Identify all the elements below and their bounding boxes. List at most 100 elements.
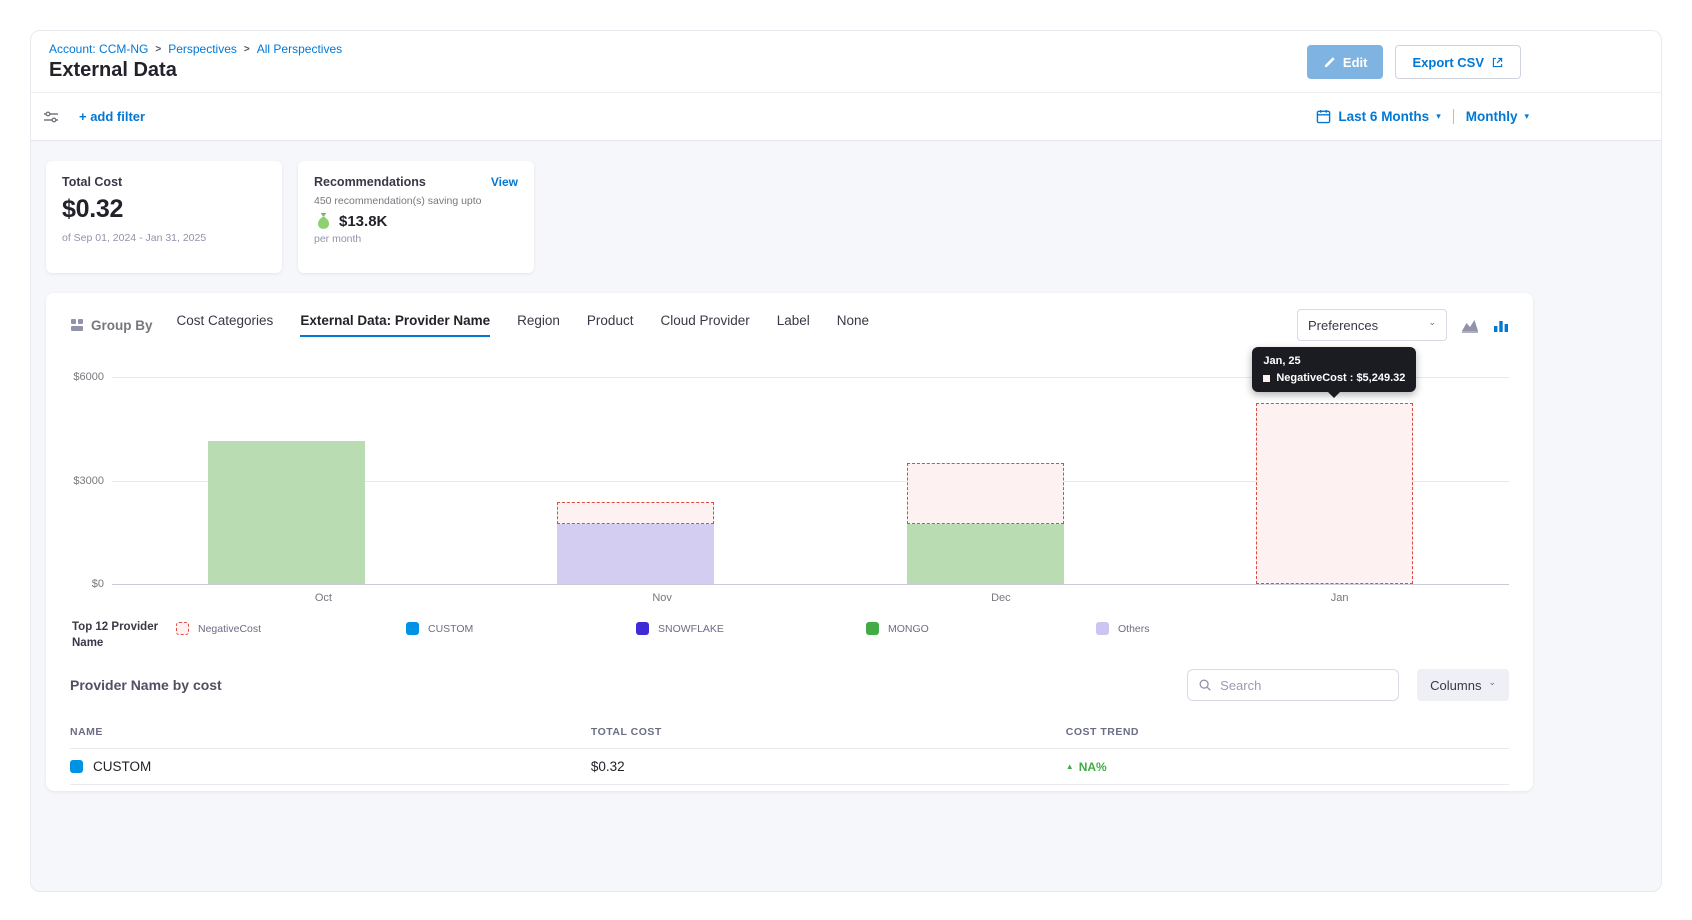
- area-chart-icon[interactable]: [1461, 318, 1479, 333]
- chevron-down-icon: [1524, 112, 1529, 121]
- chart-legend: Top 12 Provider Name NegativeCost CUSTOMS…: [70, 619, 1509, 651]
- x-axis-label: Nov: [493, 592, 832, 604]
- legend-item[interactable]: Others: [1096, 622, 1326, 635]
- columns-button[interactable]: Columns: [1417, 669, 1509, 701]
- search-input[interactable]: [1220, 678, 1388, 693]
- bar-segment-MONGO[interactable]: [208, 441, 365, 584]
- preferences-dropdown[interactable]: Preferences: [1297, 309, 1447, 341]
- y-axis-tick: $0: [66, 578, 104, 590]
- legend-item[interactable]: MONGO: [866, 622, 1096, 635]
- chart-controls: Preferences: [1297, 309, 1509, 341]
- bar-segment-NegativeCost[interactable]: [1256, 403, 1413, 584]
- y-axis-tick: $3000: [66, 475, 104, 487]
- recommendations-header: Recommendations View: [314, 175, 518, 189]
- export-csv-button[interactable]: Export CSV: [1395, 45, 1521, 79]
- row-color-swatch: [70, 760, 83, 773]
- bar-chart-icon[interactable]: [1493, 318, 1509, 333]
- column-header-total-cost[interactable]: TOTAL COST: [591, 726, 1066, 738]
- bar-stack: [907, 377, 1064, 584]
- bar-stack: [208, 377, 365, 584]
- savings-icon: [314, 212, 333, 230]
- edit-pencil-icon: [1323, 56, 1336, 69]
- search-icon: [1198, 678, 1212, 692]
- date-controls: Last 6 Months Monthly: [1316, 109, 1529, 124]
- preferences-label: Preferences: [1308, 318, 1378, 333]
- page-title: External Data: [49, 59, 342, 82]
- columns-label: Columns: [1430, 678, 1481, 693]
- legend-item[interactable]: NegativeCost: [176, 622, 406, 635]
- bar-group[interactable]: [811, 377, 1160, 584]
- groupby-tab[interactable]: None: [837, 313, 869, 337]
- recommendations-summary: 450 recommendation(s) saving upto: [314, 195, 518, 207]
- column-header-cost-trend[interactable]: COST TREND: [1066, 726, 1509, 738]
- table-row[interactable]: CUSTOM$0.32NA%: [70, 749, 1509, 785]
- x-axis-label: Dec: [832, 592, 1171, 604]
- perspective-panel: Group By Cost Categories External Data: P…: [46, 293, 1533, 791]
- legend-item[interactable]: SNOWFLAKE: [636, 622, 866, 635]
- savings-value: $13.8K: [339, 213, 387, 230]
- header-actions: Edit Export CSV: [1307, 45, 1521, 79]
- tooltip-value: NegativeCost : $5,249.32: [1276, 372, 1405, 384]
- groupby-tabs: Cost Categories External Data: Provider N…: [177, 313, 870, 337]
- add-filter-button[interactable]: + add filter: [79, 109, 145, 124]
- group-by: Group By: [70, 318, 153, 333]
- chart-x-labels: OctNovDecJan: [112, 592, 1509, 604]
- bar-segment-NegativeCost[interactable]: [907, 463, 1064, 523]
- bar-segment-NegativeCost[interactable]: [557, 502, 714, 524]
- bar-group[interactable]: [1160, 377, 1509, 584]
- groupby-tab[interactable]: Label: [777, 313, 810, 337]
- bar-segment-MONGO[interactable]: [907, 524, 1064, 584]
- total-cost-card: Total Cost $0.32 of Sep 01, 2024 - Jan 3…: [46, 161, 282, 273]
- granularity-picker[interactable]: Monthly: [1466, 109, 1518, 124]
- total-cost-period: of Sep 01, 2024 - Jan 31, 2025: [62, 232, 266, 244]
- groupby-tab[interactable]: External Data: Provider Name: [300, 313, 490, 337]
- tooltip-series-swatch: [1263, 375, 1270, 382]
- edit-button[interactable]: Edit: [1307, 45, 1384, 79]
- row-total-cost: $0.32: [591, 759, 1066, 774]
- bar-stack: [557, 377, 714, 584]
- filter-icon[interactable]: [43, 110, 59, 124]
- savings-period: per month: [314, 233, 518, 245]
- legend-item[interactable]: CUSTOM: [406, 622, 636, 635]
- view-recommendations-link[interactable]: View: [491, 175, 518, 189]
- date-range-picker[interactable]: Last 6 Months: [1338, 109, 1429, 124]
- chevron-down-icon: [1436, 112, 1441, 121]
- groupby-tab[interactable]: Cloud Provider: [660, 313, 749, 337]
- bar-stack: [1256, 377, 1413, 584]
- legend-label: Others: [1118, 623, 1150, 635]
- bar-group[interactable]: [461, 377, 810, 584]
- group-by-icon: [70, 318, 84, 332]
- chevron-down-icon: [1488, 680, 1496, 691]
- legend-swatch: [866, 622, 879, 635]
- legend-swatch: [176, 622, 189, 635]
- table-toolbar: Provider Name by cost Columns: [70, 669, 1509, 715]
- bar-segment-Others[interactable]: [557, 524, 714, 584]
- x-axis-label: Jan: [1170, 592, 1509, 604]
- page-body: Total Cost $0.32 of Sep 01, 2024 - Jan 3…: [31, 141, 1661, 791]
- chart-plot: $6000 $3000 $0 Jan, 25 NegativeCost : $5…: [112, 377, 1509, 585]
- app-window: Account: CCM-NG Perspectives All Perspecti…: [30, 30, 1662, 892]
- export-csv-label: Export CSV: [1412, 55, 1484, 70]
- column-header-name[interactable]: NAME: [70, 726, 591, 738]
- calendar-icon: [1316, 109, 1331, 124]
- savings-row: $13.8K: [314, 212, 518, 230]
- search-box[interactable]: [1187, 669, 1399, 701]
- breadcrumb-item[interactable]: Perspectives: [168, 42, 237, 56]
- row-name: CUSTOM: [93, 759, 151, 774]
- legend-swatch: [636, 622, 649, 635]
- breadcrumb-separator: [244, 44, 250, 55]
- breadcrumb-item[interactable]: Account: CCM-NG: [49, 42, 148, 56]
- groupby-tab[interactable]: Product: [587, 313, 634, 337]
- breadcrumb-item[interactable]: All Perspectives: [257, 42, 342, 56]
- cost-chart: $6000 $3000 $0 Jan, 25 NegativeCost : $5…: [70, 377, 1509, 604]
- total-cost-label: Total Cost: [62, 175, 266, 189]
- chart-tooltip: Jan, 25 NegativeCost : $5,249.32: [1252, 347, 1416, 392]
- groupby-tab[interactable]: Cost Categories: [177, 313, 274, 337]
- legend-title: Top 12 Provider Name: [72, 619, 176, 651]
- bar-group[interactable]: [112, 377, 461, 584]
- row-name-cell: CUSTOM: [70, 759, 591, 774]
- divider: [1453, 109, 1454, 124]
- legend-label: NegativeCost: [198, 623, 261, 635]
- trend-up-icon: [1066, 763, 1074, 771]
- groupby-tab[interactable]: Region: [517, 313, 560, 337]
